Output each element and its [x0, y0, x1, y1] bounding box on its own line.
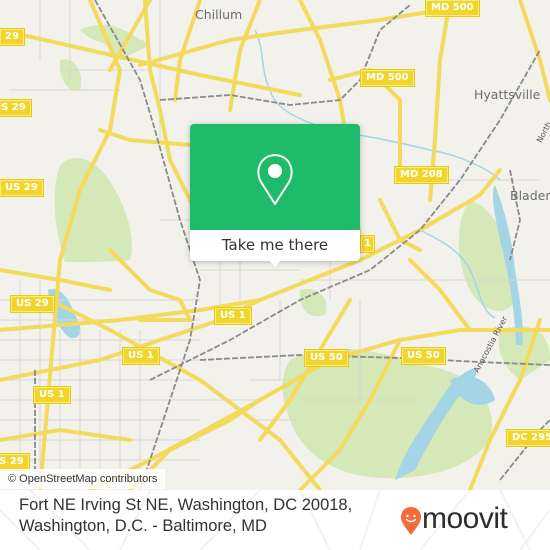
road-shield-us1: US 1 — [123, 348, 159, 364]
road-shield-us50: US 50 — [305, 350, 348, 366]
road-shield-md500: MD 500 — [361, 70, 414, 86]
address: Fort NE Irving St NE, Washington, DC 200… — [19, 495, 352, 537]
road-shield-us29: US 29 — [11, 296, 54, 312]
road-shield-us1: US 1 — [215, 308, 251, 324]
road-shield-us1: US 1 — [34, 387, 70, 403]
road-shield-us50: US 50 — [402, 348, 445, 364]
road-shield-us29: US 29 — [0, 100, 31, 116]
road-shield-small: 1 — [361, 236, 374, 252]
take-me-there-button[interactable]: Take me there — [190, 230, 360, 261]
moovit-pin-icon — [401, 507, 421, 535]
location-popup: Take me there — [190, 124, 360, 267]
map[interactable]: Chillum Hyattsville Bladen MD 500 MD 500… — [0, 0, 550, 490]
place-chillum: Chillum — [195, 7, 243, 22]
moovit-wordmark: moovit — [422, 502, 508, 535]
popup-pointer — [268, 259, 282, 267]
road-shield-md208: MD 208 — [395, 167, 448, 183]
road-shield-us29: 29 — [0, 29, 24, 45]
moovit-logo[interactable]: moovit — [400, 502, 540, 538]
map-pin-icon — [257, 154, 293, 205]
place-hyattsville: Hyattsville — [474, 87, 541, 102]
road-shield-us29: US 29 — [0, 180, 43, 196]
address-line-1: Fort NE Irving St NE, Washington, DC 200… — [19, 496, 353, 514]
road-shield-us29: US 29 — [0, 454, 29, 470]
footer: Fort NE Irving St NE, Washington, DC 200… — [0, 490, 550, 550]
address-line-2: Washington, D.C. - Baltimore, MD — [19, 517, 267, 535]
popup-header — [190, 124, 360, 230]
map-attribution[interactable]: © OpenStreetMap contributors — [0, 469, 166, 489]
road-shield-md500: MD 500 — [426, 0, 479, 16]
place-bladensburg: Bladen — [510, 188, 550, 203]
road-shield-dc295: DC 295 — [507, 430, 550, 446]
